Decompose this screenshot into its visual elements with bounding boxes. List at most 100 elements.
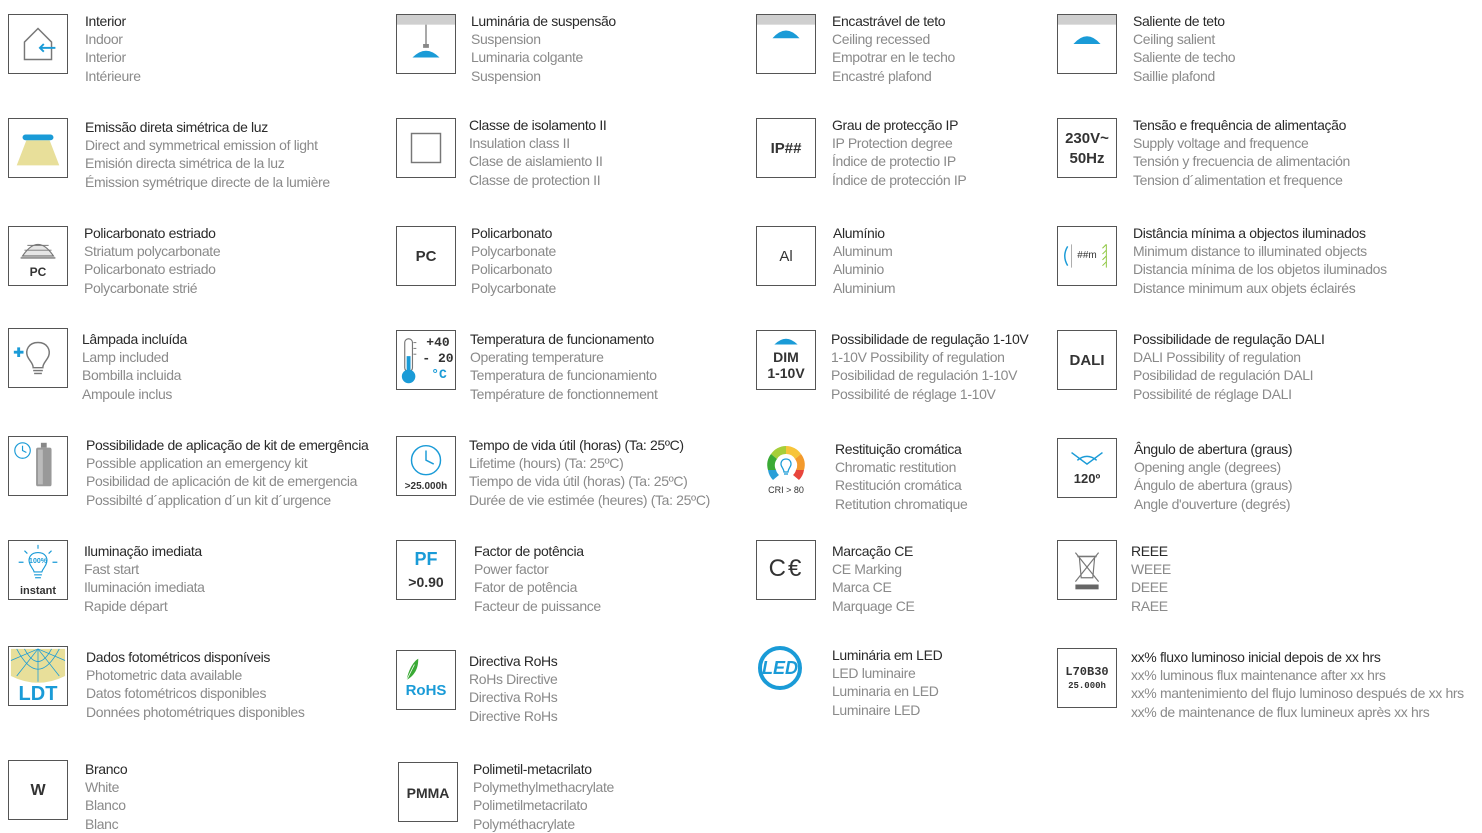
hours-text: 25.000h (1068, 681, 1106, 691)
l70b30-text: L70B30 (1065, 665, 1109, 679)
dim-1-10v-text: Possibilidade de regulação 1-10V 1-10V P… (831, 330, 1029, 403)
voltage-icon: 230V~ 50Hz (1057, 118, 1117, 178)
chromatic-text: Restituição cromática Chromatic restitut… (835, 440, 968, 513)
label-fr: Possibilité de réglage 1-10V (831, 385, 996, 402)
label-en: 1-10V Possibility of regulation (831, 349, 1005, 366)
label-fr: Encastré plafond (832, 67, 932, 84)
label-pt: Policarbonato estriado (84, 225, 216, 241)
power-factor-icon: PF >0.90 (396, 540, 456, 600)
label-en: Ceiling recessed (832, 31, 930, 48)
ceiling-salient-icon (1057, 14, 1117, 74)
striatum-pc-icon: PC (8, 226, 68, 286)
label-fr: Tension d´alimentation et frequence (1133, 171, 1343, 188)
label-en: Power factor (474, 561, 549, 578)
label-es: Posibilidad de aplicación de kit de emer… (86, 473, 358, 490)
label-es: Polimetilmetacrilato (473, 797, 588, 814)
label-fr: Directive RoHs (469, 707, 558, 724)
label-fr: Blanc (85, 815, 119, 832)
label-en: Insulation class II (469, 135, 570, 152)
white-color-icon: W (8, 760, 68, 820)
temp-max-text: +40 (426, 335, 450, 350)
label-fr: Marquage CE (832, 597, 915, 614)
label-pt: Luminária de suspensão (471, 13, 616, 29)
label-en: White (85, 779, 120, 796)
label-es: Policarbonato estriado (84, 261, 216, 278)
al-icon-text: Al (779, 248, 793, 265)
min-distance-icon: ##m (1057, 226, 1117, 286)
label-en: Polycarbonate (471, 243, 556, 260)
label-en: xx% luminous flux maintenance after xx h… (1131, 667, 1386, 684)
chromatic-icon: CRI > 80 (756, 440, 816, 500)
ip-degree-text: Grau de protecção IP IP Protection degre… (832, 116, 967, 189)
lumen-maintenance-text: xx% fluxo luminoso inicial depois de xx … (1131, 648, 1464, 721)
label-es: Índice de protectio IP (832, 153, 956, 170)
label-fr: Retitution chromatique (835, 495, 968, 512)
power-factor-text: Factor de potência Power factor Fator de… (474, 542, 601, 615)
striatum-pc-text: Policarbonato estriado Striatum polycarb… (84, 224, 221, 297)
label-pt: Saliente de teto (1133, 13, 1225, 29)
label-fr: xx% de maintenance de flux lumineux aprè… (1131, 703, 1430, 720)
label-fr: RAEE (1131, 597, 1168, 614)
label-es: Iluminación imediata (84, 579, 205, 596)
label-pt: Factor de potência (474, 543, 584, 559)
label-es: Luminaria en LED (832, 683, 939, 700)
label-pt: Dados fotométricos disponíveis (86, 649, 271, 665)
lamp-included-text: Lâmpada incluída Lamp included Bombilla … (82, 330, 187, 403)
operating-temp-text: Temperatura de funcionamento Operating t… (470, 330, 658, 403)
label-es: Bombilla incluida (82, 367, 182, 384)
label-fr: Rapide départ (84, 597, 168, 614)
rohs-icon-text: RoHS (405, 682, 447, 699)
rohs-text: Directiva RoHs RoHs Directive Directiva … (469, 652, 558, 725)
pmma-icon: PMMA (398, 762, 458, 822)
label-en: Striatum polycarbonate (84, 243, 221, 260)
distance-icon-text: ##m (1077, 250, 1097, 261)
direct-emission-icon (8, 118, 68, 178)
ceiling-recessed-icon (756, 14, 816, 74)
label-pt: Alumínio (833, 225, 885, 241)
lamp-included-icon (8, 328, 68, 388)
label-fr: Ampoule inclus (82, 385, 173, 402)
dim-icon-text: DIM (773, 349, 799, 365)
label-es: Posibilidad de regulación 1-10V (831, 367, 1018, 384)
aluminum-icon: Al (756, 226, 816, 286)
aluminum-text: Alumínio Aluminum Aluminio Aluminium (833, 224, 896, 297)
label-en: LED luminaire (832, 665, 916, 682)
opening-angle-text: Ângulo de abertura (graus) Opening angle… (1134, 440, 1293, 513)
label-en: Indoor (85, 31, 123, 48)
label-en: Photometric data available (86, 667, 242, 684)
label-pt: Iluminação imediata (84, 543, 202, 559)
label-fr: Aluminium (833, 279, 896, 296)
led-icon-text: LED (762, 658, 798, 678)
label-fr: Classe de protection II (469, 171, 601, 188)
dim-1-10v-icon: DIM 1-10V (756, 330, 816, 390)
label-pt: Tensão e frequência de alimentação (1133, 117, 1347, 133)
percent-text: 100% (29, 558, 47, 565)
interior-text: Interior Indoor Interior Intérieure (85, 12, 141, 85)
label-en: Lamp included (82, 349, 169, 366)
label-pt: Possibilidade de aplicação de kit de eme… (86, 437, 369, 453)
label-es: Restitución cromática (835, 477, 962, 494)
label-pt: Distância mínima a objectos iluminados (1133, 225, 1366, 241)
label-es: Policarbonato (471, 261, 553, 278)
suspension-text: Luminária de suspensão Suspension Lumina… (471, 12, 616, 85)
voltage-text: Tensão e frequência de alimentação Suppl… (1133, 116, 1350, 189)
rohs-icon: RoHS (396, 650, 456, 710)
suspension-icon (396, 14, 456, 74)
label-es: Distancia mínima de los objetos iluminad… (1133, 261, 1387, 278)
label-pt: Grau de protecção IP (832, 117, 959, 133)
label-en: RoHs Directive (469, 671, 558, 688)
ceiling-recessed-text: Encastrável de teto Ceiling recessed Emp… (832, 12, 955, 85)
label-es: Emisión directa simétrica de la luz (85, 155, 285, 172)
label-es: Empotrar en le techo (832, 49, 955, 66)
label-fr: Durée de vie estimée (heures) (Ta: 25ºC) (469, 491, 710, 508)
white-icon-text: W (30, 782, 46, 799)
lumen-maintenance-icon: L70B30 25.000h (1057, 648, 1117, 708)
lifetime-text: Tempo de vida útil (horas) (Ta: 25ºC) Li… (469, 436, 710, 509)
label-en: Polymethylmethacrylate (473, 779, 614, 796)
label-fr: Émission symétrique directe de la lumièr… (85, 173, 330, 190)
ip-icon-text: IP## (770, 140, 802, 157)
label-fr: Facteur de puissance (474, 597, 601, 614)
label-pt: Luminária em LED (832, 647, 943, 663)
lifetime-icon: >25.000h (396, 436, 456, 496)
label-fr: Intérieure (85, 67, 141, 84)
